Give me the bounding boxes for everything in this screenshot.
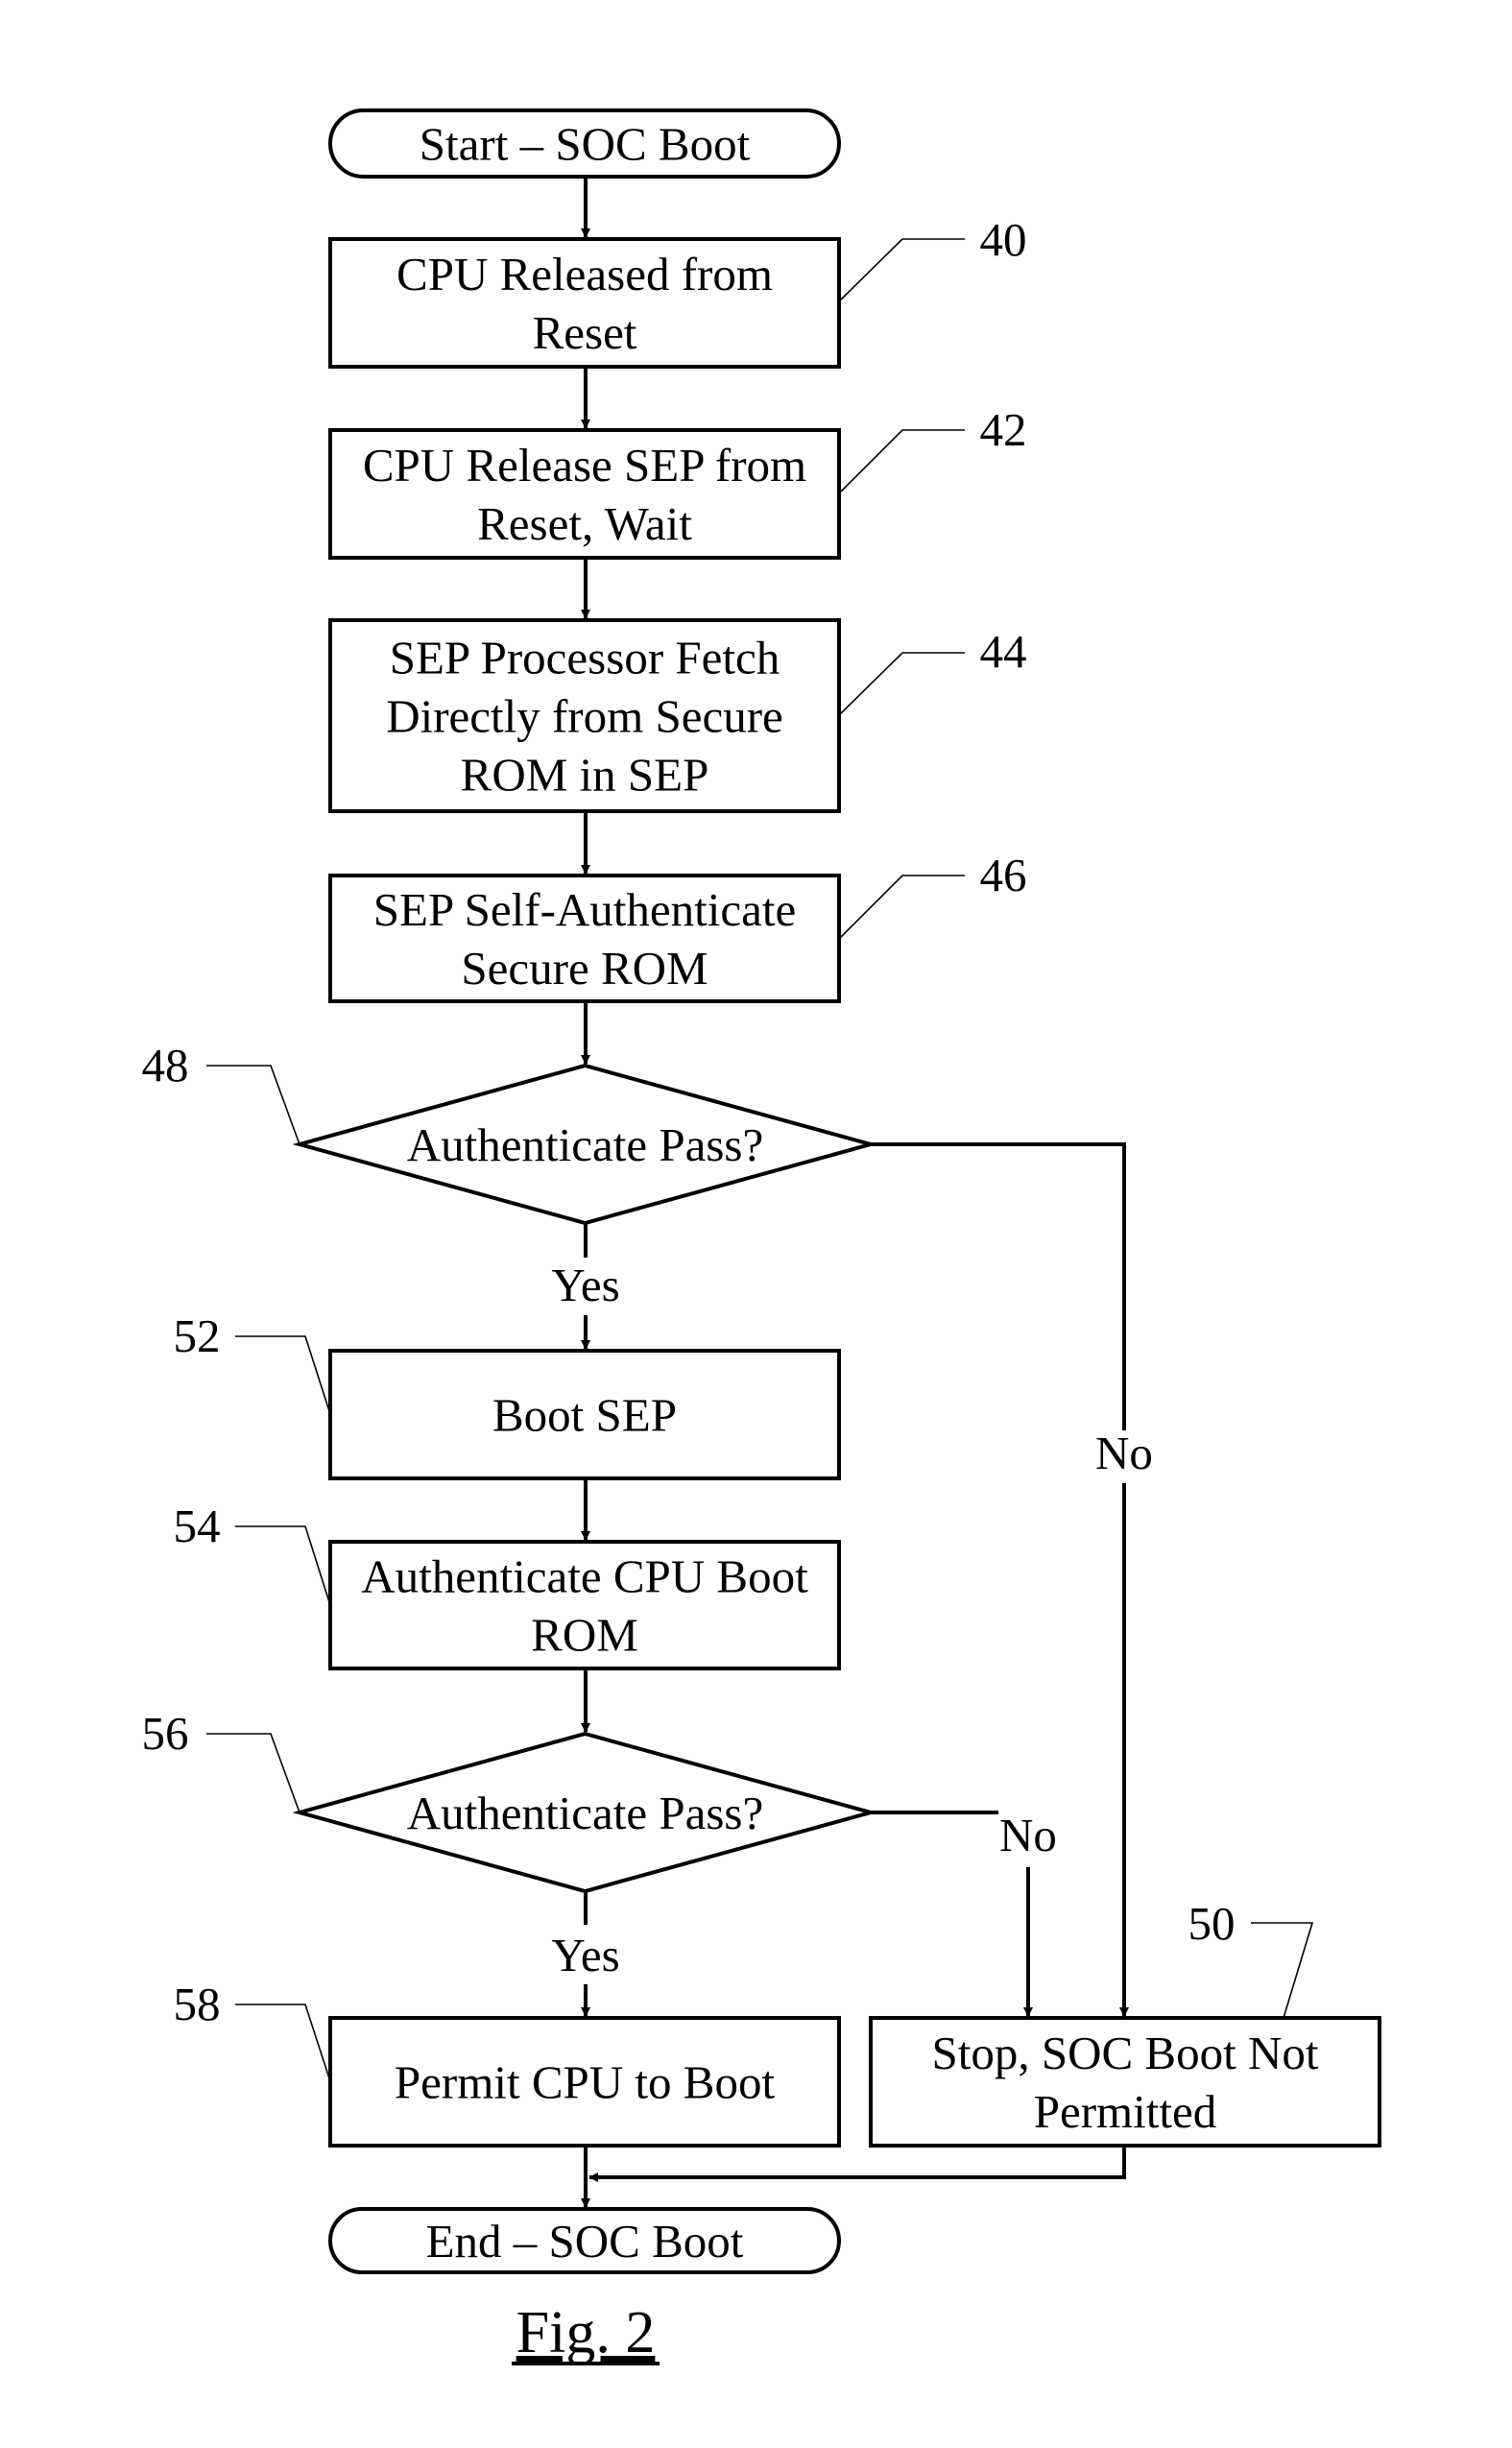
node-n48: Authenticate Pass? <box>292 1063 878 1226</box>
leader-line-54 <box>235 1525 331 1606</box>
node-n44: SEP Processor Fetch Directly from Secure R… <box>328 618 841 813</box>
figure-label: Fig. 2 <box>516 2300 656 2365</box>
node-start: Start – SOC Boot <box>328 108 841 179</box>
reference-numeral-46: 46 <box>980 849 1027 901</box>
node-text-line: ROM <box>531 1609 638 1662</box>
node-text-line: ROM in SEP <box>461 749 709 802</box>
node-n58: Permit CPU to Boot <box>328 2016 841 2148</box>
reference-numeral-50: 50 <box>1188 1897 1236 1950</box>
reference-numeral-40: 40 <box>980 213 1027 266</box>
node-text-line: Start – SOC Boot <box>420 118 751 171</box>
edge-label-yes-56: Yes <box>551 1929 619 1981</box>
node-n50: Stop, SOC Boot Not Permitted <box>869 2016 1381 2148</box>
node-text-line: CPU Release SEP from <box>363 439 806 492</box>
node-text-line: Authenticate Pass? <box>407 1787 763 1839</box>
reference-numeral-44: 44 <box>980 625 1027 678</box>
reference-numeral-52: 52 <box>174 1309 221 1362</box>
leader-line-42 <box>838 429 965 494</box>
edge-50-end <box>588 2146 1126 2182</box>
node-text-line: Permitted <box>1034 2085 1217 2138</box>
node-text-line: Stop, SOC Boot Not <box>932 2027 1319 2079</box>
node-end: End – SOC Boot <box>328 2207 841 2274</box>
node-n54: Authenticate CPU Boot ROM <box>328 1540 841 1670</box>
reference-numeral-42: 42 <box>980 403 1027 456</box>
node-text-line: Reset, Wait <box>477 497 692 550</box>
leader-line-56 <box>206 1733 300 1813</box>
leader-line-40 <box>838 238 965 302</box>
edge-48-no-stub <box>871 1142 1126 1430</box>
leader-line-46 <box>838 875 965 940</box>
node-text-line: CPU Released from <box>396 248 773 300</box>
flowchart: Start – SOC BootCPU Released fromResetCP… <box>142 108 1381 2365</box>
edge-label-yes-48: Yes <box>551 1259 619 1311</box>
node-n46: SEP Self-Authenticate Secure ROM <box>328 874 841 1003</box>
reference-numeral-48: 48 <box>142 1039 189 1092</box>
node-text-line: Authenticate CPU Boot <box>361 1550 808 1603</box>
leader-line-44 <box>838 652 965 716</box>
leader-line-52 <box>235 1335 331 1415</box>
node-text-line: Secure ROM <box>461 942 708 995</box>
node-text-line: Authenticate Pass? <box>407 1118 763 1171</box>
node-n40: CPU Released from Reset <box>328 237 841 369</box>
node-text-line: Reset <box>533 306 637 359</box>
edge-label-no-48: No <box>1095 1427 1153 1479</box>
leader-line-58 <box>235 2004 331 2082</box>
node-n42: CPU Release SEP fromReset, Wait <box>328 428 841 560</box>
node-text-line: Directly from Secure <box>386 690 783 743</box>
node-n56: Authenticate Pass? <box>292 1731 878 1894</box>
node-n52: Boot SEP <box>328 1349 841 1480</box>
node-text-line: Boot SEP <box>492 1389 677 1442</box>
node-text-line: Permit CPU to Boot <box>395 2056 776 2109</box>
node-text-line: SEP Processor Fetch <box>390 632 780 684</box>
leader-line-50 <box>1251 1922 1314 2019</box>
reference-numeral-54: 54 <box>174 1500 221 1552</box>
reference-numeral-56: 56 <box>142 1707 189 1760</box>
edge-label-no-56: No <box>999 1809 1057 1861</box>
node-text-line: End – SOC Boot <box>426 2215 744 2268</box>
leader-line-48 <box>206 1065 300 1145</box>
node-text-line: SEP Self-Authenticate <box>373 883 796 936</box>
reference-numeral-58: 58 <box>174 1978 221 2030</box>
